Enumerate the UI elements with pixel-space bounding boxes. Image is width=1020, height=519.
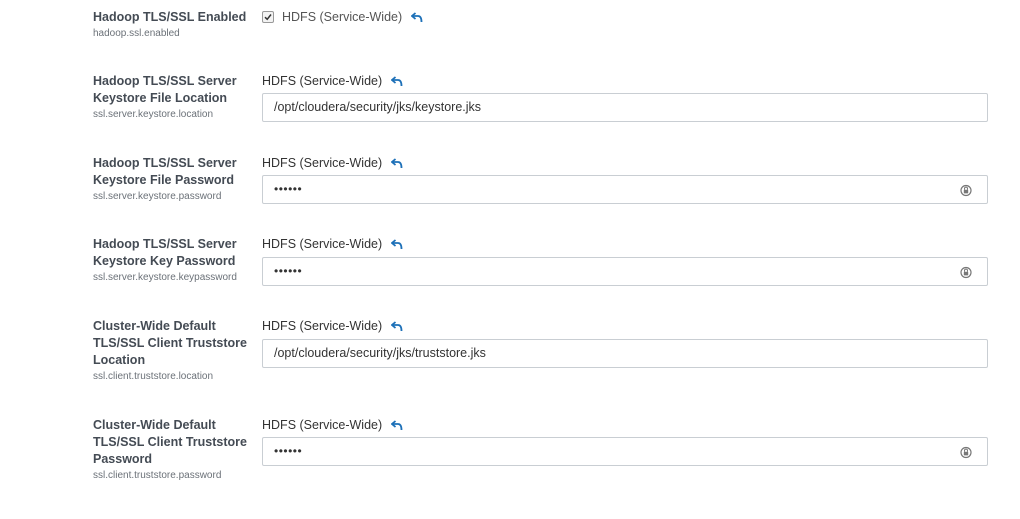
property-row-keystore-location: Hadoop TLS/SSL Server Keystore File Loca…: [0, 72, 1020, 132]
property-name-line: Location: [93, 353, 146, 367]
undo-arrow-icon[interactable]: [390, 418, 404, 432]
property-name: Hadoop TLS/SSL Enabled: [93, 10, 247, 24]
property-row-keystore-keypassword: Hadoop TLS/SSL Server Keystore Key Passw…: [0, 236, 1020, 296]
property-row-truststore-location: Cluster-Wide Default TLS/SSL Client Trus…: [0, 318, 1020, 388]
input-value: /opt/cloudera/security/jks/keystore.jks: [274, 100, 482, 114]
property-label: Cluster-Wide Default TLS/SSL Client Trus…: [93, 318, 253, 383]
truststore-location-input[interactable]: /opt/cloudera/security/jks/truststore.jk…: [262, 339, 988, 368]
keystore-location-input[interactable]: /opt/cloudera/security/jks/keystore.jks: [262, 93, 988, 122]
scope-text: HDFS (Service-Wide): [262, 156, 383, 170]
input-value: /opt/cloudera/security/jks/truststore.jk…: [274, 346, 486, 360]
property-key: ssl.server.keystore.location: [93, 109, 214, 120]
property-name-line: Cluster-Wide Default: [93, 319, 216, 333]
masked-password: ••••••: [274, 444, 303, 458]
property-name-line: Keystore File Location: [93, 91, 228, 105]
scope-text: HDFS (Service-Wide): [262, 237, 383, 251]
property-name-line: Keystore Key Password: [93, 254, 236, 268]
property-label: Cluster-Wide Default TLS/SSL Client Trus…: [93, 417, 253, 482]
scope-text: HDFS (Service-Wide): [262, 319, 383, 333]
property-key: ssl.client.truststore.location: [93, 371, 214, 382]
property-name-line: TLS/SSL Client Truststore: [93, 435, 247, 449]
scope-line: HDFS (Service-Wide): [262, 155, 404, 171]
ssl-enabled-checkbox[interactable]: [262, 11, 274, 23]
masked-password: ••••••: [274, 182, 303, 196]
truststore-password-input[interactable]: ••••••: [262, 437, 988, 466]
scope-line: HDFS (Service-Wide): [262, 9, 424, 25]
property-label: Hadoop TLS/SSL Server Keystore Key Passw…: [93, 236, 253, 284]
property-key: hadoop.ssl.enabled: [93, 28, 180, 39]
property-label: Hadoop TLS/SSL Enabled hadoop.ssl.enable…: [93, 9, 253, 40]
undo-arrow-icon[interactable]: [390, 237, 404, 251]
scope-text: HDFS (Service-Wide): [262, 74, 383, 88]
property-key: ssl.client.truststore.password: [93, 470, 222, 481]
property-key: ssl.server.keystore.password: [93, 191, 222, 202]
property-name-line: Hadoop TLS/SSL Server: [93, 156, 237, 170]
scope-text: HDFS (Service-Wide): [262, 418, 383, 432]
undo-arrow-icon[interactable]: [410, 10, 424, 24]
property-name-line: Keystore File Password: [93, 173, 235, 187]
scope-line: HDFS (Service-Wide): [262, 236, 404, 252]
property-name-line: TLS/SSL Client Truststore: [93, 336, 247, 350]
property-name-line: Hadoop TLS/SSL Server: [93, 237, 237, 251]
reveal-password-icon[interactable]: [959, 445, 973, 459]
scope-line: HDFS (Service-Wide): [262, 318, 404, 334]
keystore-password-input[interactable]: ••••••: [262, 175, 988, 204]
property-name-line: Password: [93, 452, 153, 466]
keystore-keypassword-input[interactable]: ••••••: [262, 257, 988, 286]
property-row-truststore-password: Cluster-Wide Default TLS/SSL Client Trus…: [0, 417, 1020, 487]
property-label: Hadoop TLS/SSL Server Keystore File Pass…: [93, 155, 253, 203]
scope-text: HDFS (Service-Wide): [282, 10, 403, 24]
property-label: Hadoop TLS/SSL Server Keystore File Loca…: [93, 73, 253, 121]
property-row-ssl-enabled: Hadoop TLS/SSL Enabled hadoop.ssl.enable…: [0, 0, 1020, 50]
undo-arrow-icon[interactable]: [390, 319, 404, 333]
property-row-keystore-password: Hadoop TLS/SSL Server Keystore File Pass…: [0, 154, 1020, 214]
masked-password: ••••••: [274, 264, 303, 278]
property-name-line: Cluster-Wide Default: [93, 418, 216, 432]
scope-line: HDFS (Service-Wide): [262, 417, 404, 433]
reveal-password-icon[interactable]: [959, 183, 973, 197]
scope-line: HDFS (Service-Wide): [262, 73, 404, 89]
undo-arrow-icon[interactable]: [390, 156, 404, 170]
undo-arrow-icon[interactable]: [390, 74, 404, 88]
reveal-password-icon[interactable]: [959, 265, 973, 279]
property-name-line: Hadoop TLS/SSL Server: [93, 74, 237, 88]
property-key: ssl.server.keystore.keypassword: [93, 272, 237, 283]
